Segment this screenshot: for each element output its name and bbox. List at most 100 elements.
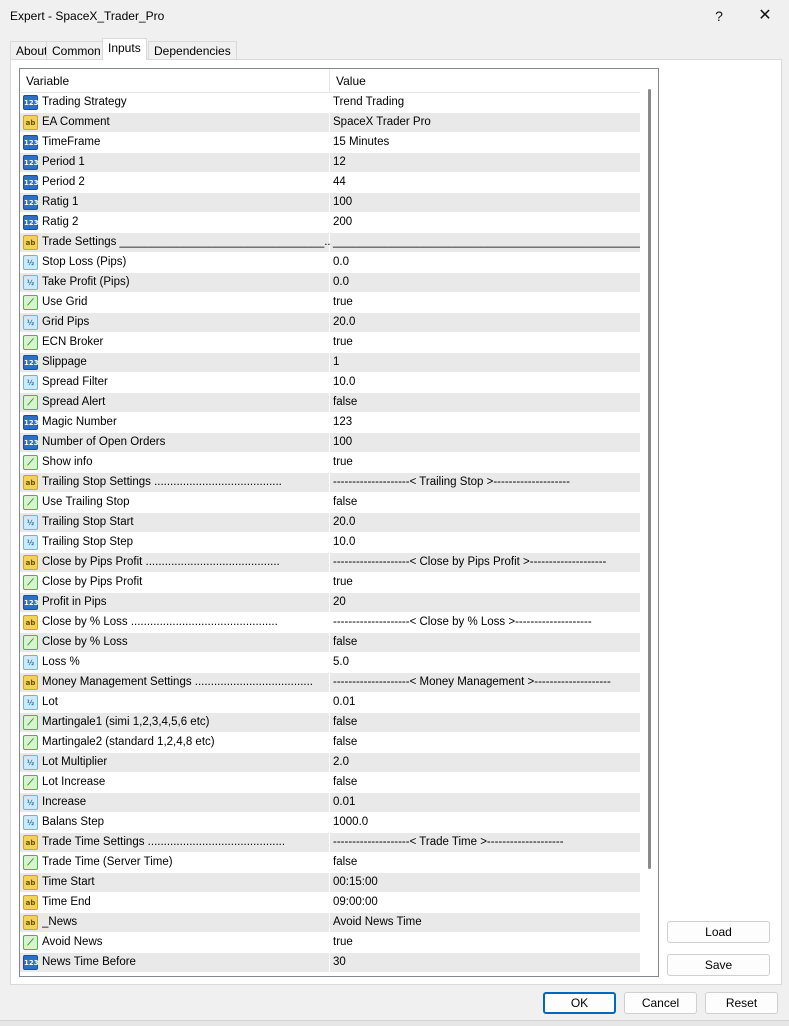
save-button[interactable]: Save bbox=[667, 954, 770, 976]
scrollbar-thumb[interactable] bbox=[648, 89, 651, 869]
cancel-button[interactable]: Cancel bbox=[624, 992, 697, 1014]
value-cell[interactable]: 200 bbox=[330, 213, 640, 233]
value-cell[interactable]: 0.01 bbox=[330, 793, 640, 813]
value-cell[interactable]: --------------------< Trailing Stop >---… bbox=[330, 473, 640, 493]
value-cell[interactable]: --------------------< Close by % Loss >-… bbox=[330, 613, 640, 633]
reset-button[interactable]: Reset bbox=[705, 992, 778, 1014]
value-cell[interactable]: 0.01 bbox=[330, 693, 640, 713]
table-row[interactable]: ½ Trailing Stop Start 20.0 bbox=[20, 513, 640, 533]
tab-common[interactable]: Common bbox=[46, 41, 107, 60]
value-cell[interactable]: true bbox=[330, 933, 640, 953]
table-row[interactable]: ab Close by % Loss ......................… bbox=[20, 613, 640, 633]
table-row[interactable]: 123 Period 1 12 bbox=[20, 153, 640, 173]
value-cell[interactable]: false bbox=[330, 713, 640, 733]
vertical-scrollbar[interactable] bbox=[640, 69, 658, 976]
value-cell[interactable]: true bbox=[330, 293, 640, 313]
value-cell[interactable]: 09:00:00 bbox=[330, 893, 640, 913]
value-cell[interactable]: 0.0 bbox=[330, 253, 640, 273]
table-row[interactable]: ⟋ Martingale1 (simi 1,2,3,4,5,6 etc) false bbox=[20, 713, 640, 733]
table-row[interactable]: ab Trade Time Settings ..................… bbox=[20, 833, 640, 853]
value-cell[interactable]: Trend Trading bbox=[330, 93, 640, 113]
table-row[interactable]: 123 News Time Before 30 bbox=[20, 953, 640, 973]
table-row[interactable]: ½ Take Profit (Pips) 0.0 bbox=[20, 273, 640, 293]
value-cell[interactable]: 10.0 bbox=[330, 533, 640, 553]
value-cell[interactable]: false bbox=[330, 393, 640, 413]
value-cell[interactable]: SpaceX Trader Pro bbox=[330, 113, 640, 133]
table-row[interactable]: ⟋ Lot Increase false bbox=[20, 773, 640, 793]
table-row[interactable]: ⟋ Show info true bbox=[20, 453, 640, 473]
value-cell[interactable]: 20 bbox=[330, 593, 640, 613]
table-row[interactable]: 123 Magic Number 123 bbox=[20, 413, 640, 433]
value-cell[interactable]: false bbox=[330, 773, 640, 793]
table-row[interactable]: ⟋ Use Trailing Stop false bbox=[20, 493, 640, 513]
table-row[interactable]: ⟋ Close by % Loss false bbox=[20, 633, 640, 653]
table-row[interactable]: ab Time End 09:00:00 bbox=[20, 893, 640, 913]
table-row[interactable]: ½ Balans Step 1000.0 bbox=[20, 813, 640, 833]
ok-button[interactable]: OK bbox=[543, 992, 616, 1014]
value-cell[interactable]: 30 bbox=[330, 953, 640, 973]
value-cell[interactable]: 5.0 bbox=[330, 653, 640, 673]
table-row[interactable]: ½ Lot Multiplier 2.0 bbox=[20, 753, 640, 773]
column-header-value[interactable]: Value bbox=[330, 69, 640, 93]
value-cell[interactable]: 100 bbox=[330, 193, 640, 213]
value-cell[interactable]: 20.0 bbox=[330, 313, 640, 333]
value-cell[interactable]: 0.0 bbox=[330, 273, 640, 293]
value-cell[interactable]: 1000.0 bbox=[330, 813, 640, 833]
value-cell[interactable]: 2.0 bbox=[330, 753, 640, 773]
value-cell[interactable]: 12 bbox=[330, 153, 640, 173]
table-row[interactable]: 123 Ratig 1 100 bbox=[20, 193, 640, 213]
table-row[interactable]: ½ Lot 0.01 bbox=[20, 693, 640, 713]
load-button[interactable]: Load bbox=[667, 921, 770, 943]
table-row[interactable]: ½ Loss % 5.0 bbox=[20, 653, 640, 673]
table-row[interactable]: 123 Trading Strategy Trend Trading bbox=[20, 93, 640, 113]
column-header-variable[interactable]: Variable bbox=[20, 69, 330, 93]
table-row[interactable]: 123 Profit in Pips 20 bbox=[20, 593, 640, 613]
table-row[interactable]: 123 Number of Open Orders 100 bbox=[20, 433, 640, 453]
value-cell[interactable]: --------------------< Trade Time >------… bbox=[330, 833, 640, 853]
table-row[interactable]: ab Time Start 00:15:00 bbox=[20, 873, 640, 893]
table-row[interactable]: ½ Stop Loss (Pips) 0.0 bbox=[20, 253, 640, 273]
value-cell[interactable]: true bbox=[330, 453, 640, 473]
value-cell[interactable]: --------------------< Money Management >… bbox=[330, 673, 640, 693]
table-row[interactable]: ab _News Avoid News Time bbox=[20, 913, 640, 933]
value-cell[interactable]: ________________________________________… bbox=[330, 233, 640, 253]
table-row[interactable]: ⟋ Trade Time (Server Time) false bbox=[20, 853, 640, 873]
table-row[interactable]: 123 Slippage 1 bbox=[20, 353, 640, 373]
value-cell[interactable]: Avoid News Time bbox=[330, 913, 640, 933]
value-cell[interactable]: 123 bbox=[330, 413, 640, 433]
value-cell[interactable]: 00:15:00 bbox=[330, 873, 640, 893]
table-row[interactable]: ⟋ ECN Broker true bbox=[20, 333, 640, 353]
value-cell[interactable]: --------------------< Close by Pips Prof… bbox=[330, 553, 640, 573]
tab-dependencies[interactable]: Dependencies bbox=[148, 41, 237, 60]
table-row[interactable]: ab Close by Pips Profit .................… bbox=[20, 553, 640, 573]
table-row[interactable]: ⟋ Spread Alert false bbox=[20, 393, 640, 413]
value-cell[interactable]: 20.0 bbox=[330, 513, 640, 533]
value-cell[interactable]: 100 bbox=[330, 433, 640, 453]
value-cell[interactable]: true bbox=[330, 333, 640, 353]
value-cell[interactable]: false bbox=[330, 733, 640, 753]
table-row[interactable]: ⟋ Close by Pips Profit true bbox=[20, 573, 640, 593]
value-cell[interactable]: 10.0 bbox=[330, 373, 640, 393]
value-cell[interactable]: 1 bbox=[330, 353, 640, 373]
table-row[interactable]: ab EA Comment SpaceX Trader Pro bbox=[20, 113, 640, 133]
table-row[interactable]: ½ Increase 0.01 bbox=[20, 793, 640, 813]
table-row[interactable]: ½ Grid Pips 20.0 bbox=[20, 313, 640, 333]
table-row[interactable]: ab Trade Settings _______________________… bbox=[20, 233, 640, 253]
table-row[interactable]: ⟋ Avoid News true bbox=[20, 933, 640, 953]
table-row[interactable]: 123 TimeFrame 15 Minutes bbox=[20, 133, 640, 153]
table-row[interactable]: ab Trailing Stop Settings ...............… bbox=[20, 473, 640, 493]
table-row[interactable]: ⟋ Martingale2 (standard 1,2,4,8 etc) false bbox=[20, 733, 640, 753]
table-row[interactable]: ½ Spread Filter 10.0 bbox=[20, 373, 640, 393]
value-cell[interactable]: false bbox=[330, 493, 640, 513]
value-cell[interactable]: false bbox=[330, 633, 640, 653]
table-row[interactable]: 123 Period 2 44 bbox=[20, 173, 640, 193]
tab-inputs[interactable]: Inputs bbox=[102, 38, 147, 60]
value-cell[interactable]: 44 bbox=[330, 173, 640, 193]
value-cell[interactable]: false bbox=[330, 853, 640, 873]
table-row[interactable]: ½ Trailing Stop Step 10.0 bbox=[20, 533, 640, 553]
help-button[interactable]: ? bbox=[704, 5, 734, 27]
close-button[interactable]: ✕ bbox=[750, 5, 780, 27]
table-row[interactable]: 123 Ratig 2 200 bbox=[20, 213, 640, 233]
table-row[interactable]: ⟋ Use Grid true bbox=[20, 293, 640, 313]
value-cell[interactable]: true bbox=[330, 573, 640, 593]
